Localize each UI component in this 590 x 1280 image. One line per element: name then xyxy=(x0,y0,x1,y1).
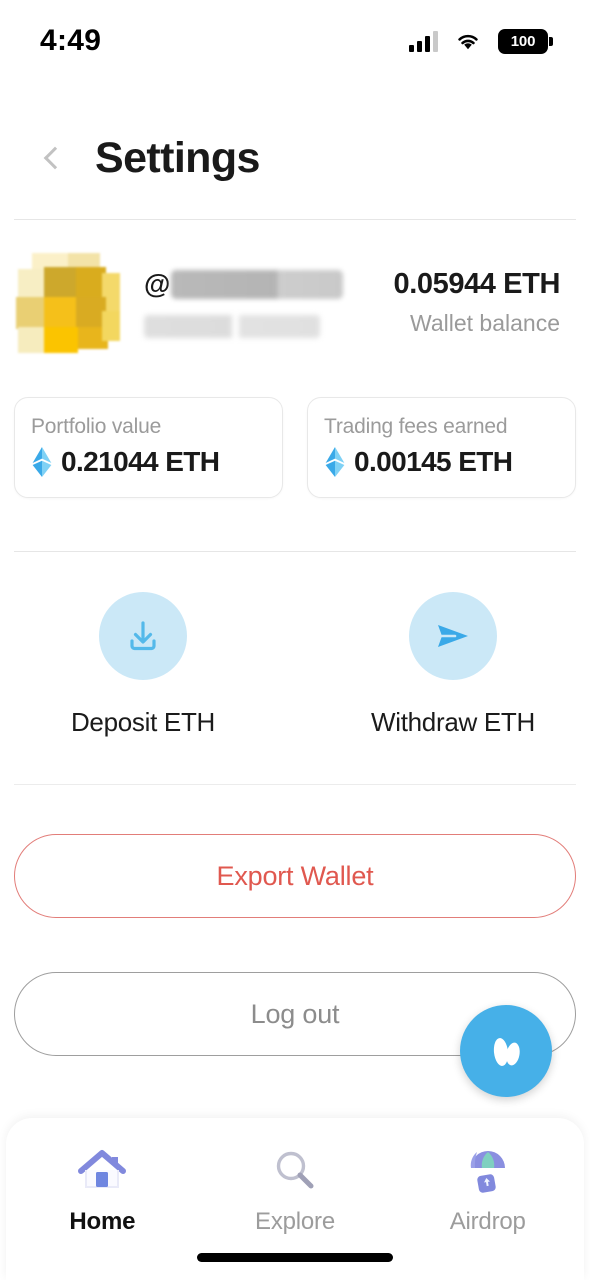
ethereum-icon xyxy=(325,447,345,477)
withdraw-eth-label: Withdraw ETH xyxy=(371,707,535,737)
divider-bottom xyxy=(14,784,576,785)
status-icons: 100 xyxy=(409,28,553,54)
nav-item-explore[interactable]: Explore xyxy=(199,1142,392,1236)
deposit-eth-button[interactable]: Deposit ETH xyxy=(0,592,298,738)
wifi-icon xyxy=(458,34,478,50)
export-wallet-label: Export Wallet xyxy=(216,860,374,891)
stat-cards: Portfolio value 0.21044 ETH Trading fees… xyxy=(14,397,576,498)
trading-fees-card[interactable]: Trading fees earned 0.00145 ETH xyxy=(307,397,576,498)
status-bar: 4:49 100 xyxy=(0,0,590,82)
cellular-signal-icon xyxy=(409,30,438,52)
profile-identity: @ xyxy=(144,268,394,338)
nav-label-airdrop: Airdrop xyxy=(449,1208,526,1235)
wallet-actions: Deposit ETH Withdraw ETH xyxy=(0,592,590,738)
back-button[interactable] xyxy=(30,136,74,180)
butterfly-logo-icon xyxy=(493,1038,520,1066)
nav-item-home[interactable]: Home xyxy=(6,1142,199,1236)
search-magnifier-icon xyxy=(266,1142,324,1200)
nav-item-airdrop[interactable]: Airdrop xyxy=(391,1142,584,1236)
bottom-navigation: Home Explore Airdrop xyxy=(6,1118,584,1280)
send-plane-icon xyxy=(438,625,468,647)
status-time: 4:49 xyxy=(40,24,102,57)
download-tray-icon xyxy=(130,621,156,651)
user-avatar-pixelated[interactable] xyxy=(14,252,124,353)
trading-fees-label: Trading fees earned xyxy=(324,415,508,438)
chevron-left-icon xyxy=(43,146,66,170)
deposit-icon-circle xyxy=(99,592,187,680)
home-icon xyxy=(73,1142,131,1200)
handle-prefix: @ xyxy=(144,269,170,299)
portfolio-value-card[interactable]: Portfolio value 0.21044 ETH xyxy=(14,397,283,498)
profile-handle: @ xyxy=(144,268,394,302)
wallet-balance-amount: 0.05944 ETH xyxy=(393,268,561,300)
divider-top xyxy=(14,219,576,220)
trading-fees-amount: 0.00145 ETH xyxy=(354,446,513,477)
battery-icon: 100 xyxy=(498,28,553,54)
nav-label-home: Home xyxy=(69,1208,136,1235)
parachute-icon xyxy=(459,1142,517,1200)
handle-redaction-bar xyxy=(170,270,343,299)
subtitle-redaction-bar xyxy=(144,314,320,338)
chat-fab-button[interactable] xyxy=(460,1005,552,1097)
export-wallet-button[interactable]: Export Wallet xyxy=(14,834,576,918)
portfolio-value-amount: 0.21044 ETH xyxy=(61,446,220,477)
battery-level-label: 100 xyxy=(510,32,536,50)
withdraw-icon-circle xyxy=(409,592,497,680)
page-title: Settings xyxy=(95,133,260,182)
log-out-label: Log out xyxy=(250,998,340,1029)
wallet-balance-label: Wallet balance xyxy=(409,310,560,336)
nav-label-explore: Explore xyxy=(255,1208,335,1235)
ethereum-icon xyxy=(32,447,52,477)
home-indicator[interactable] xyxy=(197,1253,393,1262)
divider-middle xyxy=(14,551,576,552)
settings-screen: 4:49 100 Settings @ 0.05944 ETH Wallet b… xyxy=(0,0,590,1280)
deposit-eth-label: Deposit ETH xyxy=(70,707,216,737)
portfolio-value-label: Portfolio value xyxy=(31,415,162,438)
wallet-balance: 0.05944 ETH Wallet balance xyxy=(394,268,561,337)
page-header: Settings xyxy=(0,118,590,198)
profile-row[interactable]: @ 0.05944 ETH Wallet balance xyxy=(0,240,590,365)
withdraw-eth-button[interactable]: Withdraw ETH xyxy=(298,592,590,738)
